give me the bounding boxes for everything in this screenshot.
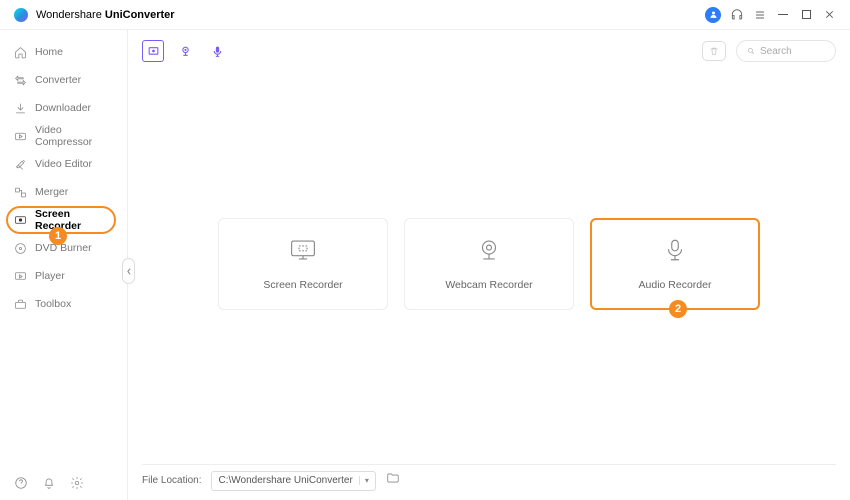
search-input[interactable] [760,46,825,57]
webcam-icon [476,238,502,267]
title-bar: Wondershare UniConverter [0,0,850,30]
sidebar-item-dvd-burner[interactable]: DVD Burner [0,234,127,262]
microphone-icon [662,238,688,267]
recorder-options: Screen Recorder Webcam Recorder Audio Re… [142,64,836,464]
bell-icon[interactable] [42,476,56,490]
app-title-product: UniConverter [105,9,175,21]
merger-icon [14,186,27,199]
file-location-path-text: C:\Wondershare UniConverter [218,475,352,486]
minimize-button[interactable] [776,8,790,22]
compressor-icon [14,130,27,143]
toolbar [142,38,836,64]
tool-microphone-icon[interactable] [206,40,228,62]
sidebar-item-label: Home [35,46,63,58]
card-label: Audio Recorder [639,279,712,291]
sidebar-item-label: Screen Recorder [35,208,113,232]
converter-icon [14,74,27,87]
chevron-down-icon: ▾ [359,476,369,485]
app-title-prefix: Wondershare [36,9,102,21]
open-folder-button[interactable] [386,471,400,490]
card-label: Webcam Recorder [445,279,532,291]
sidebar-item-editor[interactable]: Video Editor [0,150,127,178]
sidebar-item-label: Video Editor [35,158,92,170]
sidebar-item-converter[interactable]: Converter [0,66,127,94]
sidebar-item-label: DVD Burner [35,242,92,254]
sidebar-item-merger[interactable]: Merger [0,178,127,206]
toolbox-icon [14,298,27,311]
sidebar-item-label: Toolbox [35,298,71,310]
file-location-label: File Location: [142,475,201,486]
home-icon [14,46,27,59]
help-icon[interactable] [14,476,28,490]
screen-icon [290,238,316,267]
sidebar-item-compressor[interactable]: Video Compressor [0,122,127,150]
editor-icon [14,158,27,171]
audio-recorder-card[interactable]: Audio Recorder 2 [590,218,760,310]
menu-icon[interactable] [753,8,767,22]
main-panel: Screen Recorder Webcam Recorder Audio Re… [128,30,850,500]
headset-icon[interactable] [730,8,744,22]
search-icon [747,46,755,56]
tool-webcam-icon[interactable] [174,40,196,62]
player-icon [14,270,27,283]
sidebar-item-home[interactable]: Home [0,38,127,66]
user-avatar-icon[interactable] [705,7,721,23]
screen-recorder-icon [14,214,27,227]
sidebar-item-toolbox[interactable]: Toolbox [0,290,127,318]
sidebar-item-label: Player [35,270,65,282]
sidebar-item-label: Merger [35,186,68,198]
sidebar-item-label: Video Compressor [35,124,113,148]
sidebar-item-label: Converter [35,74,81,86]
sidebar-item-screen-recorder[interactable]: Screen Recorder [0,206,127,234]
screen-recorder-card[interactable]: Screen Recorder [218,218,388,310]
sidebar-item-downloader[interactable]: Downloader [0,94,127,122]
sidebar-item-player[interactable]: Player [0,262,127,290]
app-logo-icon [14,8,28,22]
delete-button[interactable] [702,41,726,61]
webcam-recorder-card[interactable]: Webcam Recorder [404,218,574,310]
dvd-burner-icon [14,242,27,255]
file-location-path[interactable]: C:\Wondershare UniConverter ▾ [211,471,375,491]
footer: File Location: C:\Wondershare UniConvert… [142,464,836,490]
downloader-icon [14,102,27,115]
settings-icon[interactable] [70,476,84,490]
annotation-badge-2: 2 [669,300,687,318]
collapse-sidebar-button[interactable] [122,258,135,284]
close-button[interactable] [822,8,836,22]
maximize-button[interactable] [799,8,813,22]
tool-screen-icon[interactable] [142,40,164,62]
card-label: Screen Recorder [263,279,342,291]
sidebar: Home Converter Downloader Video Compress… [0,30,128,500]
sidebar-item-label: Downloader [35,102,91,114]
search-box[interactable] [736,40,836,62]
app-title: Wondershare UniConverter [36,9,175,21]
